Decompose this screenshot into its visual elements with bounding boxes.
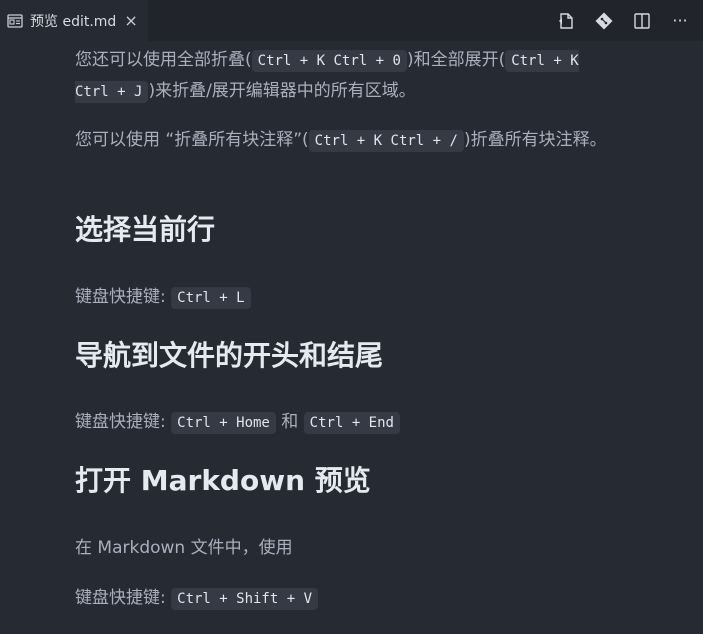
open-source-icon[interactable] [555,10,577,32]
shortcut-ctrl-end: Ctrl + End [303,412,400,434]
heading-navigate-file: 导航到文件的开头和结尾 [75,339,384,372]
split-editor-icon[interactable] [631,10,653,32]
shortcut-fold-comments: Ctrl + K Ctrl + / [308,130,464,152]
shortcut-select-line: Ctrl + L [171,287,251,309]
editor-tab-bar: 预览 edit.md × ··· [0,0,703,41]
editor-actions: ··· [555,10,703,32]
more-icon[interactable]: ··· [669,10,691,32]
paragraph-preview-shortcut: 键盘快捷键: Ctrl + Shift + V [75,583,318,614]
preview-icon [7,13,23,28]
close-icon[interactable]: × [124,11,137,30]
paragraph-navigate-shortcut: 键盘快捷键: Ctrl + Home 和 Ctrl + End [75,407,400,438]
paragraph-fold-all: 您还可以使用全部折叠(Ctrl + K Ctrl + 0)和全部展开(Ctrl … [75,50,579,103]
tab-title: 预览 edit.md [30,13,117,30]
shortcut-fold-all: Ctrl + K Ctrl + 0 [251,50,407,72]
shortcut-ctrl-home: Ctrl + Home [171,412,276,434]
git-icon[interactable] [593,10,615,32]
heading-select-line: 选择当前行 [75,213,216,246]
paragraph-fold-comments: 您可以使用 “折叠所有块注释”(Ctrl + K Ctrl + /)折叠所有块注… [75,130,607,152]
paragraph-markdown-file: 在 Markdown 文件中，使用 [75,538,293,558]
paragraph-select-line-shortcut: 键盘快捷键: Ctrl + L [75,282,251,313]
tab-preview-edit-md[interactable]: 预览 edit.md × [0,0,148,41]
heading-markdown-preview: 打开 Markdown 预览 [75,464,371,497]
shortcut-open-preview: Ctrl + Shift + V [171,588,318,610]
